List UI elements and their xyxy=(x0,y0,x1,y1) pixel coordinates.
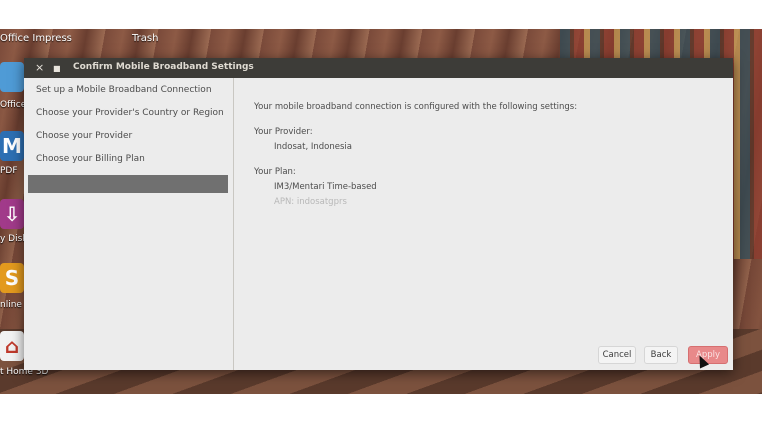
step-provider: Choose your Provider xyxy=(36,131,133,141)
desktop-icon-label-office-impress[interactable]: Office Impress xyxy=(0,33,72,44)
cancel-button[interactable]: Cancel xyxy=(598,346,636,364)
apn-value: APN: indosatgprs xyxy=(274,197,347,207)
dock-label-online: nline xyxy=(0,300,22,310)
back-button[interactable]: Back xyxy=(644,346,678,364)
plan-heading: Your Plan: xyxy=(254,167,296,177)
wizard-content: Your mobile broadband connection is conf… xyxy=(234,78,733,370)
plan-value: IM3/Mentari Time-based xyxy=(274,182,377,192)
pin-icon[interactable]: ■ xyxy=(53,62,61,76)
office-app-icon[interactable] xyxy=(0,62,24,92)
mobile-broadband-dialog: × ■ Confirm Mobile Broadband Settings Se… xyxy=(24,58,733,370)
step-billing-plan: Choose your Billing Plan xyxy=(36,154,145,164)
step-country: Choose your Provider's Country or Region xyxy=(36,108,224,118)
dialog-titlebar[interactable]: × ■ Confirm Mobile Broadband Settings xyxy=(24,58,733,78)
provider-heading: Your Provider: xyxy=(254,127,313,137)
settings-intro-text: Your mobile broadband connection is conf… xyxy=(254,102,578,112)
pdf-app-icon[interactable]: M xyxy=(0,131,24,161)
close-icon[interactable]: × xyxy=(35,61,44,75)
dock-label-pdf: PDF xyxy=(0,166,18,176)
step-setup: Set up a Mobile Broadband Connection xyxy=(36,85,212,95)
disk-app-icon[interactable]: ⇩ xyxy=(0,199,24,229)
provider-value: Indosat, Indonesia xyxy=(274,142,352,152)
home-3d-app-icon[interactable]: ⌂ xyxy=(0,331,24,361)
dock-label-office: Office xyxy=(0,100,27,110)
dialog-title: Confirm Mobile Broadband Settings xyxy=(73,62,254,72)
wizard-steps-sidebar: Set up a Mobile Broadband Connection Cho… xyxy=(24,78,234,370)
step-confirm-active xyxy=(28,175,228,193)
online-app-icon[interactable]: S xyxy=(0,263,24,293)
desktop-icon-label-trash[interactable]: Trash xyxy=(132,33,158,44)
